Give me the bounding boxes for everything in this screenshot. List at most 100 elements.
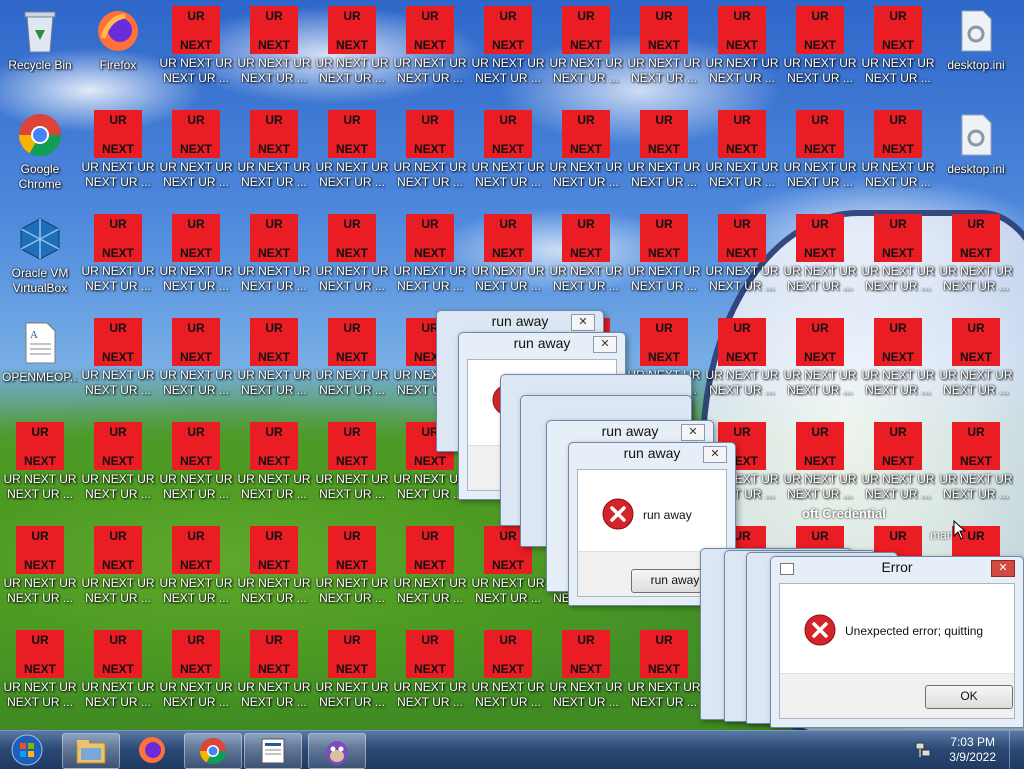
- ur-icon-bottom-text: NEXT: [179, 558, 212, 572]
- taskbar-document[interactable]: [244, 733, 302, 769]
- ur-next-desktop-icon[interactable]: UR NEXT UR NEXT UR NEXT UR ...: [392, 630, 468, 730]
- ur-next-desktop-icon[interactable]: UR NEXT UR NEXT UR NEXT UR ...: [80, 110, 156, 214]
- network-icon[interactable]: [914, 741, 932, 759]
- taskbar-bonzi-buddy[interactable]: [308, 733, 366, 769]
- ur-next-desktop-icon[interactable]: UR NEXT UR NEXT UR NEXT UR ...: [626, 214, 702, 318]
- taskbar-file-explorer[interactable]: [62, 733, 120, 769]
- ur-next-desktop-icon[interactable]: UR NEXT UR NEXT UR NEXT UR ...: [236, 526, 312, 630]
- ur-next-icon: UR NEXT: [484, 6, 532, 54]
- ur-next-desktop-icon[interactable]: UR NEXT UR NEXT UR NEXT UR ...: [392, 6, 468, 110]
- ur-icon-top-text: UR: [343, 633, 361, 647]
- ur-next-desktop-icon[interactable]: UR NEXT UR NEXT UR NEXT UR ...: [782, 422, 858, 526]
- desktop-icon[interactable]: desktop.ini: [938, 110, 1014, 214]
- ur-next-desktop-icon[interactable]: UR NEXT UR NEXT UR NEXT UR ...: [548, 214, 624, 318]
- error-dialog[interactable]: Error ✕ Unexpected error; quitting OK: [770, 556, 1024, 728]
- ur-next-desktop-icon[interactable]: UR NEXT UR NEXT UR NEXT UR ...: [236, 6, 312, 110]
- ur-next-desktop-icon[interactable]: UR NEXT UR NEXT UR NEXT UR ...: [158, 110, 234, 214]
- ur-next-desktop-icon[interactable]: UR NEXT UR NEXT UR NEXT UR ...: [314, 318, 390, 422]
- show-desktop-button[interactable]: [1009, 731, 1024, 769]
- ur-next-icon: UR NEXT: [328, 630, 376, 678]
- ur-next-desktop-icon[interactable]: UR NEXT UR NEXT UR NEXT UR ...: [860, 214, 936, 318]
- close-icon[interactable]: ✕: [991, 560, 1015, 577]
- desktop-icon[interactable]: desktop.ini: [938, 6, 1014, 110]
- ur-next-desktop-icon[interactable]: UR NEXT UR NEXT UR NEXT UR ...: [782, 6, 858, 110]
- ur-next-desktop-icon[interactable]: UR NEXT UR NEXT UR NEXT UR ...: [314, 630, 390, 730]
- ur-next-desktop-icon[interactable]: UR NEXT UR NEXT UR NEXT UR ...: [236, 422, 312, 526]
- ur-next-desktop-icon[interactable]: UR NEXT UR NEXT UR NEXT UR ...: [860, 110, 936, 214]
- desktop-icon-label: UR NEXT UR NEXT UR ...: [549, 264, 623, 293]
- ur-next-desktop-icon[interactable]: UR NEXT UR NEXT UR NEXT UR ...: [548, 630, 624, 730]
- desktop-icon[interactable]: Firefox: [80, 6, 156, 110]
- desktop-icon[interactable]: Recycle Bin: [2, 6, 78, 110]
- ur-next-desktop-icon[interactable]: UR NEXT UR NEXT UR NEXT UR ...: [860, 318, 936, 422]
- ur-next-desktop-icon[interactable]: UR NEXT UR NEXT UR NEXT UR ...: [392, 110, 468, 214]
- taskbar-firefox[interactable]: [124, 733, 180, 767]
- start-button[interactable]: [0, 733, 52, 767]
- ur-next-desktop-icon[interactable]: UR NEXT UR NEXT UR NEXT UR ...: [548, 6, 624, 110]
- desktop-icon[interactable]: A OPENMEOP...: [2, 318, 78, 422]
- desktop-icon[interactable]: Google Chrome: [2, 110, 78, 214]
- ur-next-desktop-icon[interactable]: UR NEXT UR NEXT UR NEXT UR ...: [938, 214, 1014, 318]
- ur-next-desktop-icon[interactable]: UR NEXT UR NEXT UR NEXT UR ...: [704, 110, 780, 214]
- ur-next-desktop-icon[interactable]: UR NEXT UR NEXT UR NEXT UR ...: [158, 6, 234, 110]
- ur-next-icon: UR NEXT: [718, 110, 766, 158]
- ur-next-desktop-icon[interactable]: UR NEXT UR NEXT UR NEXT UR ...: [236, 630, 312, 730]
- ur-icon-bottom-text: NEXT: [569, 246, 602, 260]
- ur-next-desktop-icon[interactable]: UR NEXT UR NEXT UR NEXT UR ...: [80, 318, 156, 422]
- ur-next-desktop-icon[interactable]: UR NEXT UR NEXT UR NEXT UR ...: [314, 422, 390, 526]
- ur-next-desktop-icon[interactable]: UR NEXT UR NEXT UR NEXT UR ...: [236, 110, 312, 214]
- ur-next-desktop-icon[interactable]: UR NEXT UR NEXT UR NEXT UR ...: [392, 214, 468, 318]
- ur-next-desktop-icon[interactable]: UR NEXT UR NEXT UR NEXT UR ...: [470, 630, 546, 730]
- ur-next-desktop-icon[interactable]: UR NEXT UR NEXT UR NEXT UR ...: [938, 318, 1014, 422]
- close-icon[interactable]: ✕: [571, 314, 595, 331]
- ur-next-desktop-icon[interactable]: UR NEXT UR NEXT UR NEXT UR ...: [2, 630, 78, 730]
- close-icon[interactable]: ✕: [681, 424, 705, 441]
- ur-next-desktop-icon[interactable]: UR NEXT UR NEXT UR NEXT UR ...: [626, 630, 702, 730]
- ur-next-desktop-icon[interactable]: UR NEXT UR NEXT UR NEXT UR ...: [392, 526, 468, 630]
- ur-next-desktop-icon[interactable]: UR NEXT UR NEXT UR NEXT UR ...: [158, 526, 234, 630]
- ur-next-desktop-icon[interactable]: UR NEXT UR NEXT UR NEXT UR ...: [860, 6, 936, 110]
- ur-next-desktop-icon[interactable]: UR NEXT UR NEXT UR NEXT UR ...: [470, 110, 546, 214]
- ur-next-desktop-icon[interactable]: UR NEXT UR NEXT UR NEXT UR ...: [80, 526, 156, 630]
- ur-next-desktop-icon[interactable]: UR NEXT UR NEXT UR NEXT UR ...: [626, 6, 702, 110]
- ur-next-desktop-icon[interactable]: UR NEXT UR NEXT UR NEXT UR ...: [80, 214, 156, 318]
- ur-next-desktop-icon[interactable]: UR NEXT UR NEXT UR NEXT UR ...: [470, 6, 546, 110]
- ur-icon-bottom-text: NEXT: [959, 246, 992, 260]
- ur-next-desktop-icon[interactable]: UR NEXT UR NEXT UR NEXT UR ...: [2, 422, 78, 526]
- ur-next-desktop-icon[interactable]: UR NEXT UR NEXT UR NEXT UR ...: [158, 318, 234, 422]
- ur-next-desktop-icon[interactable]: UR NEXT UR NEXT UR NEXT UR ...: [80, 630, 156, 730]
- ur-next-desktop-icon[interactable]: UR NEXT UR NEXT UR NEXT UR ...: [626, 110, 702, 214]
- ur-next-desktop-icon[interactable]: UR NEXT UR NEXT UR NEXT UR ...: [2, 526, 78, 630]
- desktop-icon-label: UR NEXT UR NEXT UR ...: [315, 264, 389, 293]
- ur-next-desktop-icon[interactable]: UR NEXT UR NEXT UR NEXT UR ...: [860, 422, 936, 526]
- ur-next-desktop-icon[interactable]: UR NEXT UR NEXT UR NEXT UR ...: [782, 214, 858, 318]
- ur-next-desktop-icon[interactable]: UR NEXT UR NEXT UR NEXT UR ...: [158, 214, 234, 318]
- ur-next-desktop-icon[interactable]: UR NEXT UR NEXT UR NEXT UR ...: [80, 422, 156, 526]
- ur-next-icon: UR NEXT: [796, 6, 844, 54]
- close-icon[interactable]: ✕: [703, 446, 727, 463]
- ur-next-desktop-icon[interactable]: UR NEXT UR NEXT UR NEXT UR ...: [314, 526, 390, 630]
- close-icon[interactable]: ✕: [593, 336, 617, 353]
- taskbar-chrome[interactable]: [184, 733, 242, 769]
- ur-next-desktop-icon[interactable]: UR NEXT UR NEXT UR NEXT UR ...: [236, 214, 312, 318]
- ur-icon-bottom-text: NEXT: [257, 350, 290, 364]
- ur-next-desktop-icon[interactable]: UR NEXT UR NEXT UR NEXT UR ...: [548, 110, 624, 214]
- ur-next-desktop-icon[interactable]: UR NEXT UR NEXT UR NEXT UR ...: [314, 214, 390, 318]
- ur-next-desktop-icon[interactable]: UR NEXT UR NEXT UR NEXT UR ...: [314, 110, 390, 214]
- ur-next-desktop-icon[interactable]: UR NEXT UR NEXT UR NEXT UR ...: [704, 6, 780, 110]
- ur-next-desktop-icon[interactable]: UR NEXT UR NEXT UR NEXT UR ...: [314, 6, 390, 110]
- ur-next-desktop-icon[interactable]: UR NEXT UR NEXT UR NEXT UR ...: [782, 110, 858, 214]
- ur-next-desktop-icon[interactable]: UR NEXT UR NEXT UR NEXT UR ...: [236, 318, 312, 422]
- ur-next-desktop-icon[interactable]: UR NEXT UR NEXT UR NEXT UR ...: [782, 318, 858, 422]
- ur-next-desktop-icon[interactable]: UR NEXT UR NEXT UR NEXT UR ...: [158, 630, 234, 730]
- ur-next-icon: UR NEXT: [406, 6, 454, 54]
- ur-next-desktop-icon[interactable]: UR NEXT UR NEXT UR NEXT UR ...: [158, 422, 234, 526]
- taskbar-clock[interactable]: 7:03 PM 3/9/2022: [949, 735, 996, 765]
- ur-next-desktop-icon[interactable]: UR NEXT UR NEXT UR NEXT UR ...: [938, 422, 1014, 526]
- ur-next-desktop-icon[interactable]: UR NEXT UR NEXT UR NEXT UR ...: [704, 214, 780, 318]
- ok-button[interactable]: OK: [925, 685, 1013, 709]
- taskbar: 7:03 PM 3/9/2022: [0, 730, 1024, 769]
- desktop-icon[interactable]: Oracle VM VirtualBox: [2, 214, 78, 318]
- ur-next-desktop-icon[interactable]: UR NEXT UR NEXT UR NEXT UR ...: [470, 214, 546, 318]
- ur-next-desktop-icon[interactable]: UR NEXT UR NEXT UR NEXT UR ...: [704, 318, 780, 422]
